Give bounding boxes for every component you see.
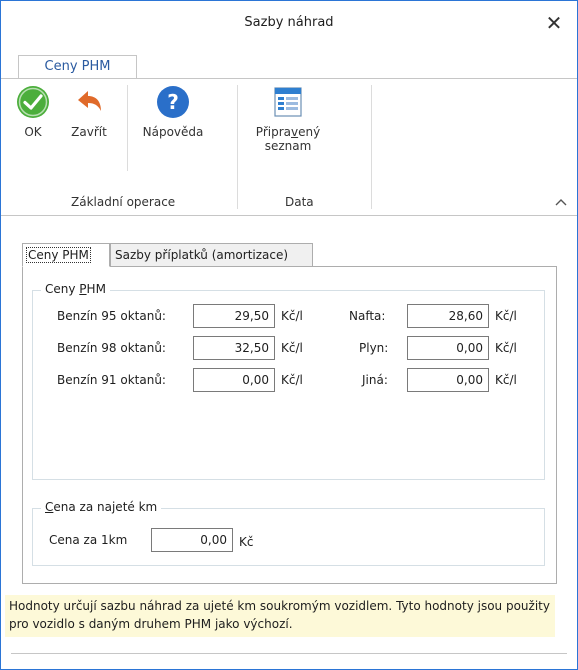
price-per-km-label: Cena za 1km [49, 533, 128, 547]
gas-unit: Kč/l [495, 341, 517, 355]
petrol-91-unit: Kč/l [281, 373, 303, 387]
price-per-km-group: Cena za najeté km Cena za 1km 0,00 Kč [32, 500, 545, 566]
gas-label: Plyn: [359, 341, 389, 355]
diesel-label: Nafta: [349, 309, 386, 323]
price-per-km-input[interactable]: 0,00 [151, 528, 233, 552]
prepared-list-button[interactable]: Připravený seznam [245, 85, 331, 153]
tab-surcharges[interactable]: Sazby příplatků (amortizace) [110, 243, 313, 267]
petrol-98-unit: Kč/l [281, 341, 303, 355]
price-per-km-unit: Kč [239, 535, 254, 549]
info-area: Hodnoty určují sazbu náhrad za ujeté km … [1, 587, 577, 641]
bottom-divider [11, 653, 567, 654]
petrol-95-input[interactable]: 29,50 [193, 304, 275, 328]
title-bar: Sazby náhrad ✕ [1, 1, 577, 45]
help-icon: ? [157, 86, 189, 118]
group-separator [371, 85, 372, 209]
group-label-data: Data [285, 195, 314, 209]
group-label-basic: Základní operace [71, 195, 176, 209]
petrol-95-label: Benzín 95 oktanů: [57, 309, 166, 323]
ribbon: OK Zavřít ? Nápověda Připravený seznam Z… [1, 78, 577, 216]
check-circle-icon [17, 86, 49, 118]
petrol-95-unit: Kč/l [281, 309, 303, 323]
close-icon: ✕ [545, 11, 563, 35]
ok-button[interactable]: OK [15, 85, 51, 139]
fuel-prices-group-title: Ceny PHM [41, 282, 110, 296]
svg-text:?: ? [167, 90, 179, 114]
other-fuel-unit: Kč/l [495, 373, 517, 387]
info-text: Hodnoty určují sazbu náhrad za ujeté km … [5, 595, 555, 637]
close-window-button[interactable]: ✕ [531, 1, 577, 45]
petrol-98-input[interactable]: 32,50 [193, 336, 275, 360]
tab-panel: Ceny PHM Benzín 95 oktanů: 29,50 Kč/l Be… [22, 266, 557, 584]
price-per-km-group-title: Cena za najeté km [41, 500, 162, 514]
ok-button-label: OK [24, 125, 42, 139]
back-arrow-icon [78, 91, 101, 111]
tab-strip: Ceny PHM Sazby příplatků (amortizace) [22, 243, 557, 267]
close-button-label: Zavřít [71, 125, 107, 139]
other-fuel-label: Jiná: [362, 373, 388, 387]
ribbon-tab-fuel-prices[interactable]: Ceny PHM [18, 55, 137, 79]
chevron-up-icon [555, 199, 567, 206]
diesel-input[interactable]: 28,60 [407, 304, 489, 328]
prepared-list-label-line2: seznam [264, 139, 312, 153]
ribbon-tab-strip: Ceny PHM [1, 45, 577, 79]
petrol-98-label: Benzín 98 oktanů: [57, 341, 166, 355]
separator [127, 85, 128, 171]
gas-input[interactable]: 0,00 [407, 336, 489, 360]
prepared-list-label-line1: Připravený [255, 125, 321, 139]
help-button[interactable]: ? Nápověda [135, 85, 211, 139]
other-fuel-input[interactable]: 0,00 [407, 368, 489, 392]
window-title: Sazby náhrad [244, 15, 334, 30]
content-area: Ceny PHM Sazby příplatků (amortizace) Ce… [1, 217, 577, 585]
tab-fuel-prices[interactable]: Ceny PHM [22, 243, 110, 267]
diesel-unit: Kč/l [495, 309, 517, 323]
fuel-prices-group: Ceny PHM Benzín 95 oktanů: 29,50 Kč/l Be… [32, 282, 545, 480]
collapse-ribbon-button[interactable] [555, 195, 567, 209]
list-report-icon [274, 87, 302, 117]
petrol-91-input[interactable]: 0,00 [193, 368, 275, 392]
help-button-label: Nápověda [142, 125, 204, 139]
petrol-91-label: Benzín 91 oktanů: [57, 373, 166, 387]
dialog-window: Sazby náhrad ✕ Ceny PHM OK Zavřít ? Nápo… [0, 0, 578, 670]
group-separator [237, 85, 238, 209]
close-button[interactable]: Zavřít [59, 85, 119, 139]
